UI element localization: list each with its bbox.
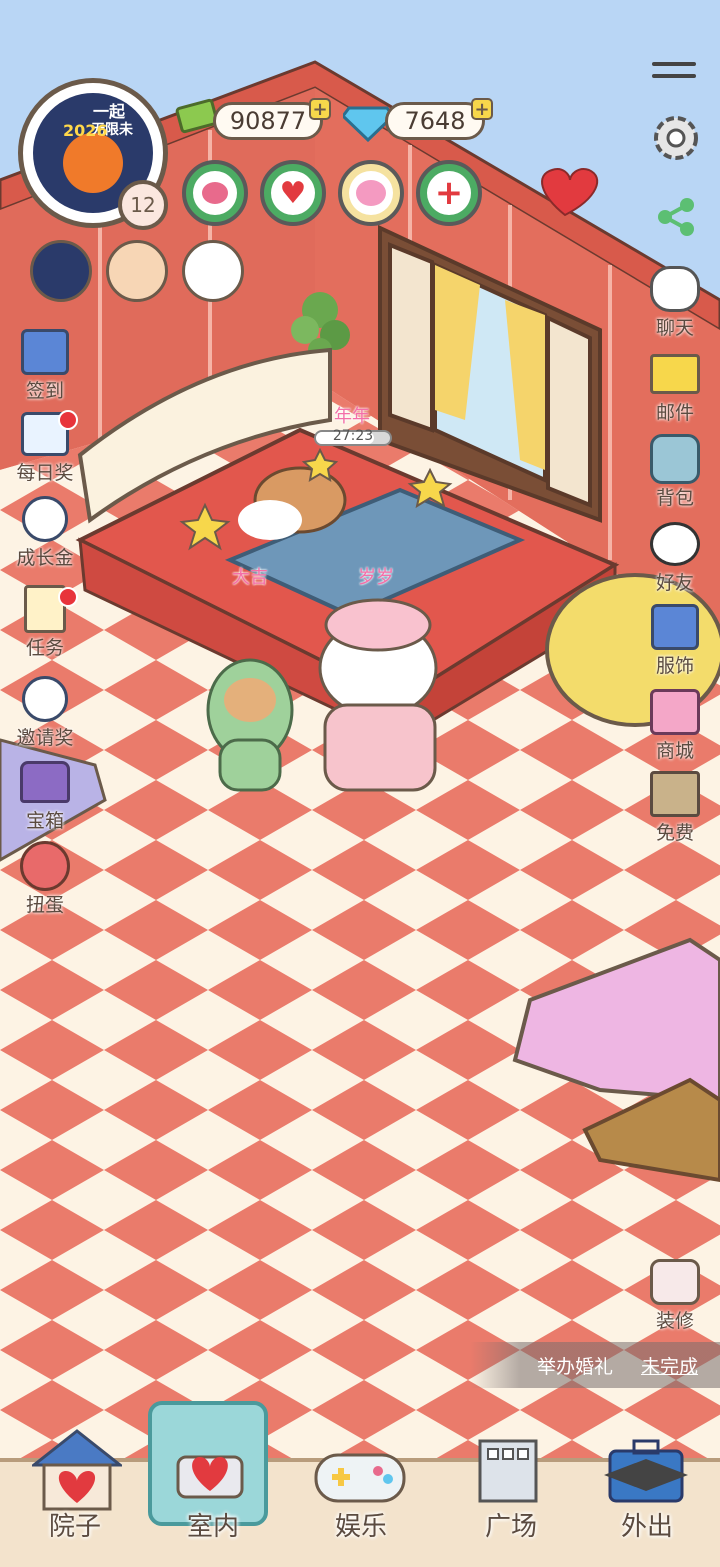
- family-avatar-3[interactable]: [182, 240, 244, 302]
- chat-bubble-icon: [650, 265, 700, 313]
- right-menu-outfit[interactable]: 服饰: [640, 603, 710, 678]
- right-menu-mail[interactable]: 邮件: [640, 350, 710, 425]
- panda-friends-icon: [650, 520, 700, 568]
- yard-house-icon: [29, 1423, 125, 1513]
- left-menu-invite[interactable]: 邀请奖: [10, 675, 80, 750]
- tab-label: 院子: [48, 1512, 101, 1542]
- left-menu-label: 任务: [25, 637, 64, 659]
- calendar-check-icon: [20, 328, 70, 376]
- gems-plus-icon[interactable]: +: [471, 98, 493, 120]
- right-menu-free[interactable]: 免费: [640, 770, 710, 845]
- panda-gift-icon: [20, 675, 70, 723]
- health-stat-button[interactable]: +: [416, 160, 482, 226]
- right-menu-label: 好友: [655, 572, 694, 594]
- left-menu-label: 每日奖: [16, 462, 74, 484]
- clothing-icon: [650, 603, 700, 651]
- notification-dot: [58, 587, 78, 607]
- sleep-timer: 27:23: [332, 428, 374, 444]
- tab-indoor[interactable]: 室内: [148, 1401, 278, 1563]
- tab-label: 广场: [484, 1512, 537, 1542]
- left-menu-gacha[interactable]: 扭蛋: [10, 841, 80, 917]
- right-menu-bag[interactable]: 背包: [640, 434, 710, 510]
- right-menu-chat[interactable]: 聊天: [640, 265, 710, 340]
- level-badge: 12: [118, 180, 168, 230]
- character-daji: [206, 658, 294, 792]
- quest-banner[interactable]: 举办婚礼 未完成: [470, 1342, 720, 1388]
- gems-display[interactable]: 7648 +: [341, 94, 493, 150]
- left-menu-label: 扭蛋: [25, 894, 64, 916]
- left-menu-label: 签到: [25, 380, 64, 402]
- coins-display[interactable]: 90877 +: [175, 94, 331, 150]
- character-name-daji[interactable]: 大吉: [232, 563, 268, 589]
- left-menu-chest[interactable]: 宝箱: [10, 758, 80, 833]
- coins-plus-icon[interactable]: +: [309, 98, 331, 120]
- backpack-icon: [650, 434, 700, 484]
- hamburger-menu-icon[interactable]: [652, 62, 696, 84]
- tab-label: 外出: [620, 1512, 673, 1542]
- right-menu-shop[interactable]: 商城: [640, 688, 710, 763]
- left-menu-checkin[interactable]: 签到: [10, 328, 80, 403]
- left-menu-label: 邀请奖: [16, 727, 74, 749]
- indoor-bed-icon: [170, 1427, 250, 1507]
- plaza-building-icon: [468, 1433, 548, 1513]
- heart-icon: ♥: [271, 171, 315, 215]
- room-scene: [0, 0, 720, 1563]
- tab-label: 娱乐: [334, 1512, 387, 1542]
- tab-yard[interactable]: 院子: [10, 1413, 140, 1563]
- quest-title: 举办婚礼: [536, 1355, 613, 1378]
- shop-store-icon: [650, 688, 700, 736]
- right-menu-friends[interactable]: 好友: [640, 520, 710, 595]
- right-menu-label: 商城: [655, 740, 694, 762]
- gacha-egg-icon: [20, 841, 70, 891]
- left-menu-label: 成长金: [16, 547, 74, 569]
- share-icon[interactable]: [655, 195, 699, 239]
- sleep-progress-bar: 27:23: [314, 428, 392, 446]
- decorate-button[interactable]: 装修: [640, 1258, 710, 1333]
- notification-dot: [58, 410, 78, 430]
- food-stat-button[interactable]: [182, 160, 248, 226]
- left-menu-tasks[interactable]: 任务: [10, 585, 80, 660]
- left-menu-daily[interactable]: 每日奖: [10, 410, 80, 485]
- sleeping-character-name: 年年: [334, 406, 370, 427]
- family-avatar-1[interactable]: [30, 240, 92, 302]
- meat-icon: [193, 171, 237, 215]
- sofa-icon: [650, 1258, 700, 1306]
- settings-gear-icon[interactable]: [648, 110, 704, 166]
- tab-fun[interactable]: 娱乐: [296, 1413, 426, 1563]
- right-menu-label: 邮件: [655, 402, 694, 424]
- family-avatar-2[interactable]: [106, 240, 168, 302]
- character-suisui: [318, 598, 438, 792]
- coins-value: 90877: [213, 102, 323, 140]
- gems-value: 7648: [385, 102, 485, 140]
- avatar-year: 2026: [63, 121, 108, 140]
- tab-plaza[interactable]: 广场: [446, 1413, 576, 1563]
- mood-stat-button[interactable]: ♥: [260, 160, 326, 226]
- right-menu-label: 聊天: [655, 317, 694, 339]
- tab-label: 室内: [186, 1512, 239, 1542]
- brain-stat-button[interactable]: [338, 160, 404, 226]
- panda-coins-icon: [20, 495, 70, 543]
- tab-outing[interactable]: 外出: [582, 1413, 712, 1563]
- decorate-label: 装修: [655, 1310, 694, 1332]
- health-cross-icon: +: [427, 171, 471, 215]
- left-menu-growth[interactable]: 成长金: [10, 495, 80, 570]
- briefcase-icon: [596, 1431, 696, 1511]
- right-menu-label: 背包: [655, 487, 694, 509]
- character-name-suisui[interactable]: 岁岁: [358, 563, 394, 589]
- house-free-icon: [650, 770, 700, 818]
- treasure-chest-icon: [20, 758, 70, 806]
- right-menu-label: 服饰: [655, 655, 694, 677]
- left-menu-label: 宝箱: [25, 810, 64, 832]
- quest-status[interactable]: 未完成: [641, 1352, 698, 1379]
- mail-envelope-icon: [650, 350, 700, 398]
- brain-icon: [349, 171, 393, 215]
- gamepad-icon: [310, 1447, 410, 1511]
- right-menu-label: 免费: [655, 822, 694, 844]
- player-avatar[interactable]: 一起 无限未 2026 12: [18, 78, 168, 230]
